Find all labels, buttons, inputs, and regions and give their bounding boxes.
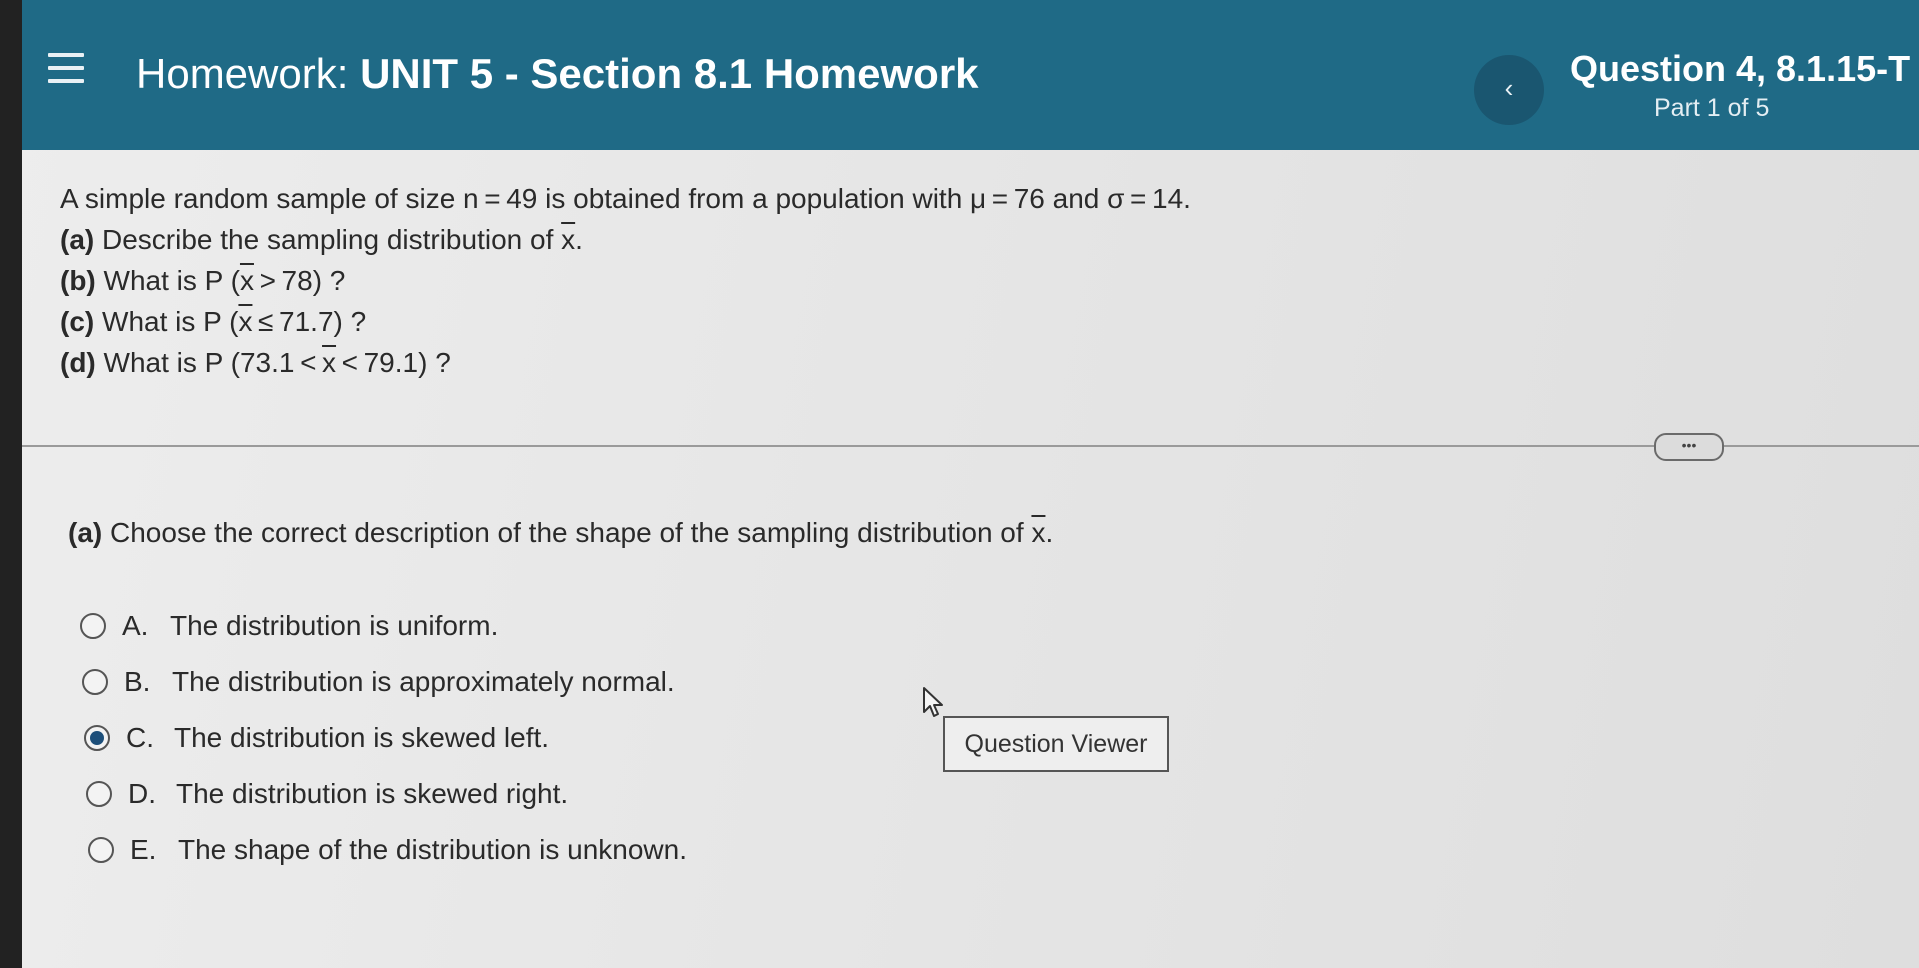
homework-title: Homework: UNIT 5 - Section 8.1 Homework xyxy=(136,50,979,98)
section-divider xyxy=(22,445,1919,447)
x-bar-symbol: x xyxy=(239,265,254,296)
radio-button[interactable] xyxy=(88,837,114,863)
prompt-part-b: (b) What is P (x > 78) ? xyxy=(60,265,346,296)
prompt-part-d: (d) What is P (73.1 < x < 79.1) ? xyxy=(60,347,451,378)
prompt-intro: A simple random sample of size n = 49 is… xyxy=(60,183,1191,214)
option-a[interactable]: A. The distribution is uniform. xyxy=(80,598,687,654)
part-a-prompt: (a) Choose the correct description of th… xyxy=(68,517,1054,548)
x-bar-symbol: x xyxy=(1031,517,1046,548)
answer-options: A. The distribution is uniform. B. The d… xyxy=(80,598,687,878)
option-e[interactable]: E. The shape of the distribution is unkn… xyxy=(88,822,687,878)
option-d[interactable]: D. The distribution is skewed right. xyxy=(86,766,687,822)
option-b[interactable]: B. The distribution is approximately nor… xyxy=(82,654,687,710)
x-bar-symbol: x xyxy=(238,306,253,337)
chevron-left-icon: ‹ xyxy=(1504,73,1514,103)
more-options-button[interactable]: ••• xyxy=(1654,433,1724,461)
part-label: Part 1 of 5 xyxy=(1654,94,1770,122)
previous-question-button[interactable]: ‹ xyxy=(1474,55,1544,125)
radio-button[interactable] xyxy=(84,725,110,751)
homework-title-main: UNIT 5 - Section 8.1 Homework xyxy=(360,50,979,97)
option-c[interactable]: C. The distribution is skewed left. xyxy=(84,710,687,766)
prompt-part-a: (a) Describe the sampling distribution o… xyxy=(60,224,583,255)
radio-button[interactable] xyxy=(80,613,106,639)
question-label: Question 4, 8.1.15-T xyxy=(1570,48,1911,89)
radio-button[interactable] xyxy=(86,781,112,807)
question-prompt: A simple random sample of size n = 49 is… xyxy=(60,178,1191,383)
radio-button[interactable] xyxy=(82,669,108,695)
homework-title-prefix: Homework: xyxy=(136,50,349,97)
x-bar-symbol: x xyxy=(322,347,337,378)
prompt-part-c: (c) What is P (x ≤ 71.7) ? xyxy=(60,306,367,337)
question-viewer-button[interactable]: Question Viewer xyxy=(943,716,1169,772)
header-bar: Homework: UNIT 5 - Section 8.1 Homework … xyxy=(22,0,1919,150)
x-bar-symbol: x xyxy=(561,224,576,255)
mouse-cursor-icon xyxy=(923,687,943,717)
screen: Homework: UNIT 5 - Section 8.1 Homework … xyxy=(22,0,1919,968)
menu-icon[interactable] xyxy=(48,53,84,83)
